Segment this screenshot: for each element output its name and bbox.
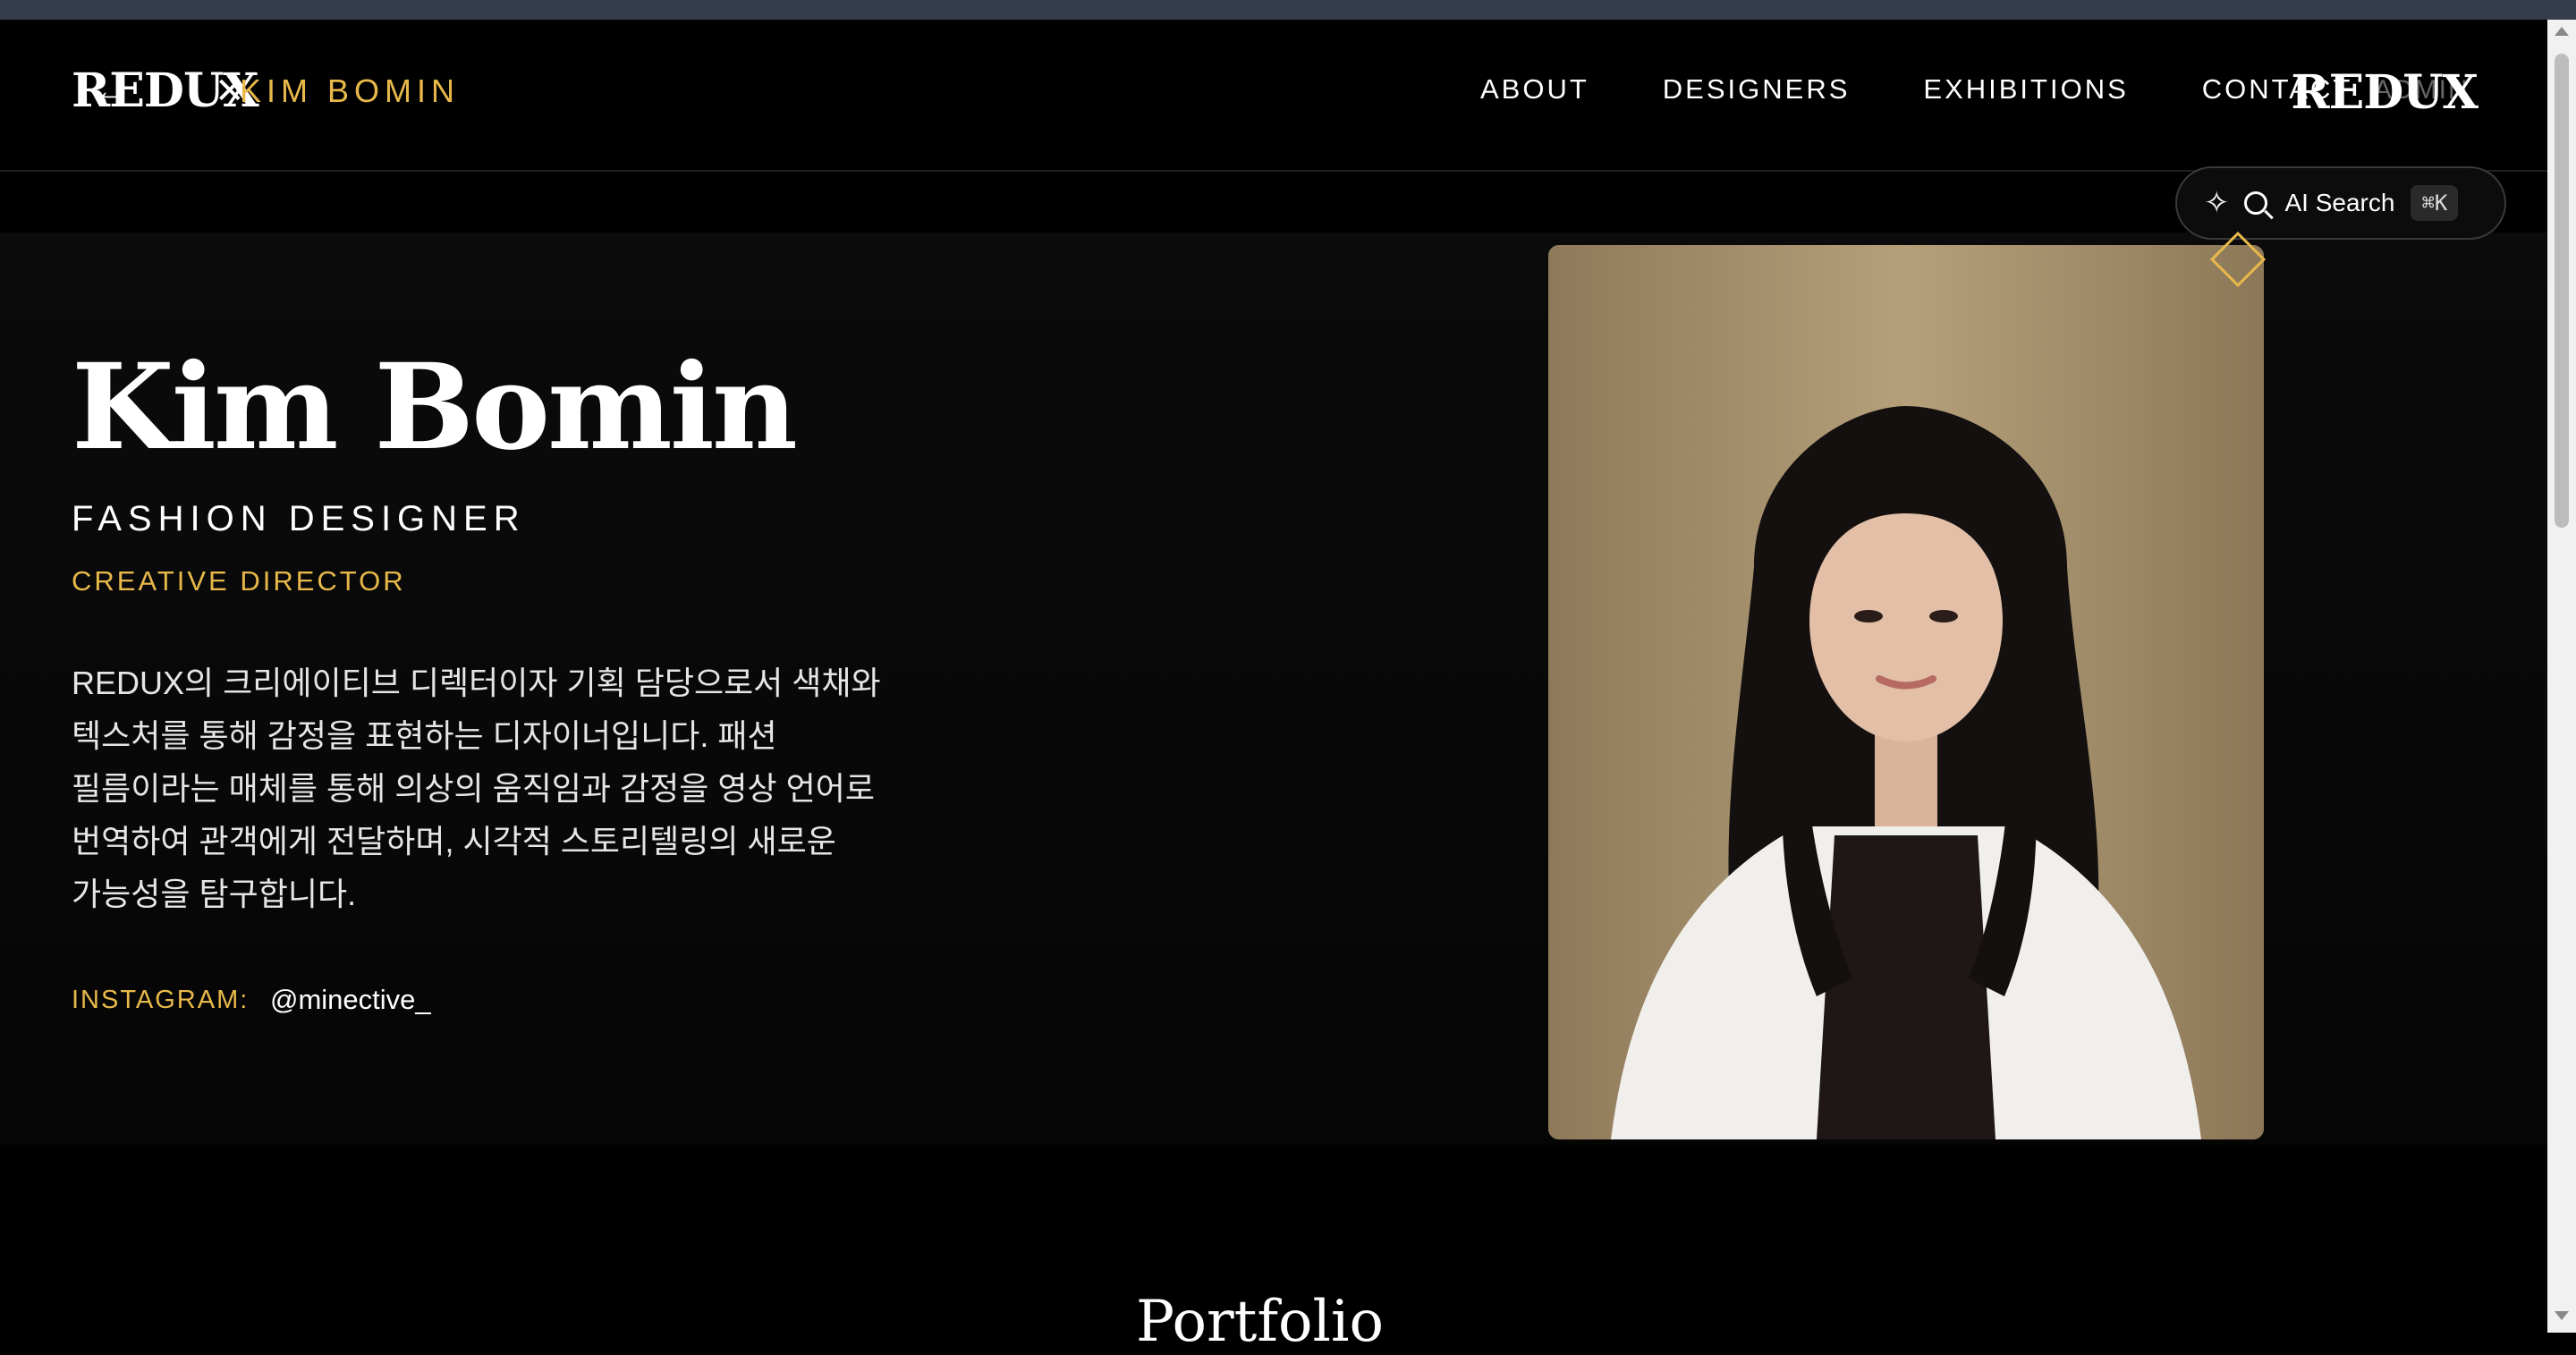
ai-search-label: AI Search <box>2284 189 2395 216</box>
nav-about[interactable]: ABOUT <box>1480 75 1589 103</box>
designer-role: FASHION DESIGNER <box>72 499 526 538</box>
site-logo-right[interactable]: REDUX <box>2291 70 2479 116</box>
designer-name: Kim Bomin <box>72 338 798 477</box>
back-arrow-icon[interactable]: ← <box>93 73 129 109</box>
search-icon <box>2243 191 2267 215</box>
scroll-up-arrow-icon[interactable] <box>2555 27 2569 36</box>
designer-portrait-image <box>1548 245 2264 1139</box>
instagram-handle-link[interactable]: @minective_ <box>270 986 431 1013</box>
ai-search-shortcut: ⌘K <box>2411 185 2459 221</box>
main-nav: ABOUT DESIGNERS EXHIBITIONS CONTACT <box>1480 75 2352 103</box>
sparkle-icon: ✧ <box>2204 186 2230 220</box>
portrait-illustration <box>1548 245 2264 1139</box>
breadcrumb-designer: KIM BOMIN <box>240 72 461 109</box>
scroll-down-arrow-icon[interactable] <box>2555 1311 2569 1320</box>
site-header: REDUX ← ✕ KIM BOMIN ABOUT DESIGNERS EXHI… <box>0 20 2547 172</box>
ai-search-button[interactable]: ✧ AI Search ⌘K <box>2175 166 2506 240</box>
instagram-label: INSTAGRAM: <box>72 986 250 1014</box>
nav-designers[interactable]: DESIGNERS <box>1663 75 1851 103</box>
scrollbar-thumb[interactable] <box>2555 54 2569 528</box>
designer-bio: REDUX의 크리에이티브 디렉터이자 기획 담당으로서 색채와 텍스처를 통해… <box>72 665 881 912</box>
portfolio-section-title: Portfolio <box>1136 1289 1384 1355</box>
designer-subrole: CREATIVE DIRECTOR <box>72 565 406 597</box>
browser-top-strip <box>0 0 2576 20</box>
nav-exhibitions[interactable]: EXHIBITIONS <box>1923 75 2128 103</box>
